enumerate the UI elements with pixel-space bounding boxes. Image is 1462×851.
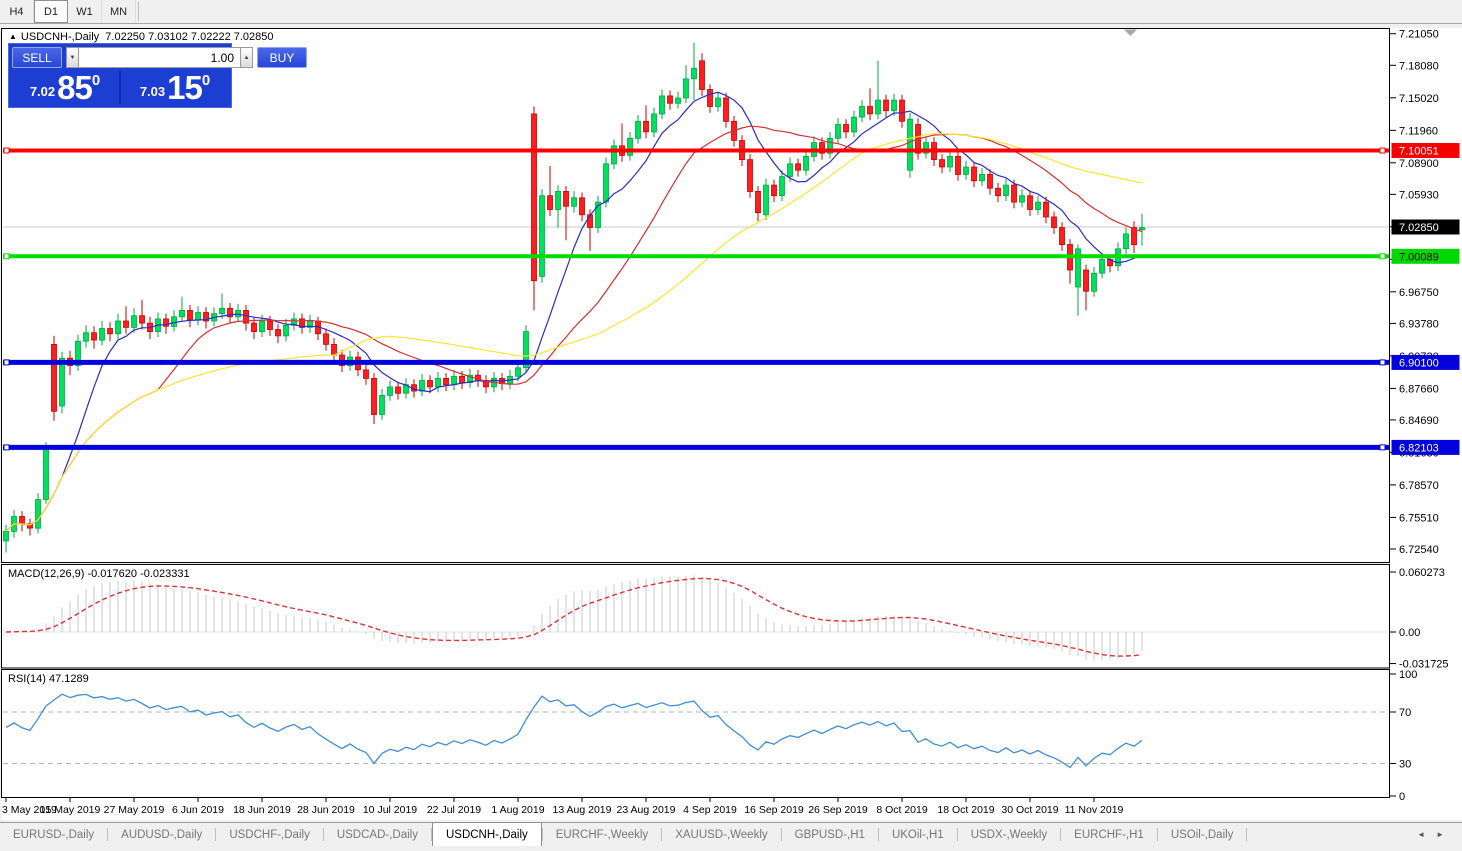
- svg-text:6.72540: 6.72540: [1399, 544, 1439, 556]
- buy-price-sup: 0: [202, 72, 210, 89]
- svg-text:7.05930: 7.05930: [1399, 189, 1439, 201]
- svg-text:6.75510: 6.75510: [1399, 512, 1439, 524]
- svg-text:100: 100: [1399, 669, 1417, 681]
- volume-down-icon[interactable]: ▼: [66, 47, 79, 68]
- svg-text:6.90100: 6.90100: [1399, 357, 1439, 369]
- sell-price-small: 7.02: [30, 84, 55, 99]
- timeframe-button-w1[interactable]: W1: [68, 0, 102, 23]
- mt4-window: { "toolbar": { "timeframes": [ {"label":…: [0, 0, 1462, 846]
- chart-tab-usoil-daily[interactable]: USOil-,Daily: [1158, 823, 1247, 846]
- chart-tab-audusd-daily[interactable]: AUDUSD-,Daily: [108, 823, 215, 846]
- chart-tab-eurchf-h1[interactable]: EURCHF-,H1: [1061, 823, 1157, 846]
- buy-price-small: 7.03: [140, 84, 165, 99]
- svg-text:7.02850: 7.02850: [1399, 222, 1439, 234]
- chart-canvas[interactable]: 7.21050 7.18080 7.15020 7.11960 7.08900 7.059…: [0, 0, 1462, 846]
- svg-text:15 May 2019: 15 May 2019: [40, 804, 101, 816]
- trade-panel-divider: [119, 71, 121, 104]
- chart-tab-usdcad-daily[interactable]: USDCAD-,Daily: [324, 823, 431, 846]
- macd-indicator-label: MACD(12,26,9) -0.017620 -0.023331: [8, 568, 190, 580]
- buy-button[interactable]: BUY: [257, 47, 307, 68]
- svg-text:6.84690: 6.84690: [1399, 415, 1439, 427]
- top-toolbar: H4D1W1MN: [0, 0, 1462, 24]
- svg-text:28 Jun 2019: 28 Jun 2019: [297, 804, 355, 816]
- chart-symbol-header: ▲ USDCNH-,Daily 7.02250 7.03102 7.02222 7…: [9, 31, 274, 43]
- svg-text:6.96750: 6.96750: [1399, 287, 1439, 299]
- toolbar-separator: [138, 2, 139, 21]
- svg-text:7.11960: 7.11960: [1399, 125, 1438, 137]
- volume-stepper: ▼ ▲: [66, 47, 253, 68]
- svg-text:0: 0: [1399, 791, 1405, 803]
- chart-tab-bar: EURUSD-,DailyAUDUSD-,DailyUSDCHF-,DailyU…: [0, 822, 1462, 846]
- svg-text:8 Oct 2019: 8 Oct 2019: [876, 804, 928, 816]
- svg-text:6 Jun 2019: 6 Jun 2019: [172, 804, 224, 816]
- chart-tab-eurusd-daily[interactable]: EURUSD-,Daily: [0, 823, 107, 846]
- chart-tab-usdx-weekly[interactable]: USDX-,Weekly: [958, 823, 1060, 846]
- volume-input[interactable]: [79, 47, 240, 68]
- rsi-indicator-label: RSI(14) 47.1289: [8, 673, 89, 685]
- chart-tab-usdchf-daily[interactable]: USDCHF-,Daily: [216, 823, 323, 846]
- svg-text:30 Oct 2019: 30 Oct 2019: [1001, 804, 1058, 816]
- svg-text:7.08900: 7.08900: [1399, 158, 1439, 170]
- sell-price-sup: 0: [92, 72, 100, 89]
- collapse-panel-icon[interactable]: ▲: [9, 32, 17, 41]
- svg-text:0.060273: 0.060273: [1399, 567, 1445, 579]
- svg-text:6.82103: 6.82103: [1399, 442, 1439, 454]
- sell-button[interactable]: SELL: [12, 47, 62, 68]
- svg-text:7.00089: 7.00089: [1399, 251, 1439, 263]
- svg-text:26 Sep 2019: 26 Sep 2019: [808, 804, 868, 816]
- svg-text:18 Jun 2019: 18 Jun 2019: [233, 804, 291, 816]
- svg-text:10 Jul 2019: 10 Jul 2019: [363, 804, 417, 816]
- svg-text:27 May 2019: 27 May 2019: [104, 804, 165, 816]
- svg-text:1 Aug 2019: 1 Aug 2019: [491, 804, 544, 816]
- svg-text:22 Jul 2019: 22 Jul 2019: [427, 804, 481, 816]
- sell-price-big: 85: [57, 72, 92, 103]
- svg-text:70: 70: [1399, 707, 1411, 719]
- one-click-trade-panel: SELL ▼ ▲ BUY 7.02850 7.03150: [8, 43, 232, 108]
- timeframe-button-h4[interactable]: H4: [0, 0, 34, 23]
- buy-price-display[interactable]: 7.03150: [122, 71, 228, 104]
- svg-text:6.78570: 6.78570: [1399, 480, 1439, 492]
- svg-text:13 Aug 2019: 13 Aug 2019: [553, 804, 612, 816]
- timeframe-button-mn[interactable]: MN: [102, 0, 136, 23]
- svg-text:7.18080: 7.18080: [1399, 60, 1439, 72]
- svg-text:7.10051: 7.10051: [1399, 146, 1439, 158]
- chart-tab-eurchf-weekly[interactable]: EURCHF-,Weekly: [543, 823, 661, 846]
- timeframe-button-d1[interactable]: D1: [34, 0, 68, 23]
- buy-price-big: 15: [167, 72, 202, 103]
- tab-separator: [1246, 828, 1247, 841]
- ohlc-quotes: 7.02250 7.03102 7.02222 7.02850: [105, 31, 273, 43]
- svg-text:6.93780: 6.93780: [1399, 318, 1439, 330]
- sell-price-display[interactable]: 7.02850: [12, 71, 118, 104]
- chart-tab-usdcnh-daily[interactable]: USDCNH-,Daily: [432, 822, 542, 846]
- svg-text:7.15020: 7.15020: [1399, 93, 1439, 105]
- tab-scroll-right-icon[interactable]: ►: [1436, 830, 1444, 839]
- chart-tab-ukoil-h1[interactable]: UKOil-,H1: [879, 823, 957, 846]
- svg-text:4 Sep 2019: 4 Sep 2019: [683, 804, 737, 816]
- tab-scroll-left-icon[interactable]: ◄: [1417, 830, 1425, 839]
- svg-text:7.21050: 7.21050: [1399, 29, 1439, 41]
- timeframe-buttons: H4D1W1MN: [0, 0, 136, 23]
- svg-text:23 Aug 2019: 23 Aug 2019: [617, 804, 676, 816]
- chart-tab-gbpusd-h1[interactable]: GBPUSD-,H1: [782, 823, 878, 846]
- chart-tab-xauusd-weekly[interactable]: XAUUSD-,Weekly: [662, 823, 780, 846]
- svg-text:16 Sep 2019: 16 Sep 2019: [744, 804, 804, 816]
- volume-up-icon[interactable]: ▲: [240, 47, 253, 68]
- symbol-name: USDCNH-,Daily: [21, 31, 99, 43]
- svg-text:0.00: 0.00: [1399, 627, 1420, 639]
- svg-text:6.87660: 6.87660: [1399, 383, 1439, 395]
- svg-text:18 Oct 2019: 18 Oct 2019: [937, 804, 994, 816]
- svg-text:11 Nov 2019: 11 Nov 2019: [1065, 804, 1124, 816]
- svg-text:30: 30: [1399, 759, 1411, 771]
